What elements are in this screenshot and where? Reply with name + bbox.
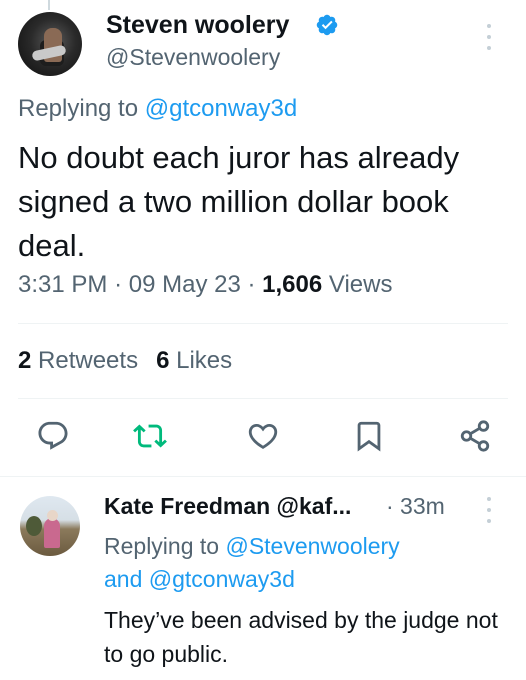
replying-to-prefix: Replying to bbox=[18, 95, 145, 122]
retweet-icon[interactable] bbox=[133, 419, 167, 453]
replying-to-link[interactable]: @gtconway3d bbox=[145, 95, 297, 122]
likes-label: Likes bbox=[176, 347, 233, 374]
bookmark-icon[interactable] bbox=[352, 419, 386, 453]
meta-separator: · bbox=[114, 271, 123, 298]
replying-to-link-gtconway3d[interactable]: @gtconway3d bbox=[149, 566, 295, 592]
reply-more-options-icon[interactable] bbox=[484, 495, 494, 525]
reply-time[interactable]: · 33m bbox=[386, 493, 445, 520]
views-label: Views bbox=[328, 271, 393, 298]
divider bbox=[18, 398, 508, 399]
author-name[interactable]: Steven woolery bbox=[106, 11, 289, 40]
author-avatar[interactable] bbox=[18, 12, 82, 76]
engagement-stats: 2 Retweets 6 Likes bbox=[18, 347, 232, 375]
likes-count: 6 bbox=[156, 347, 170, 374]
divider bbox=[18, 323, 508, 324]
reply-replying-to-line: Replying to @Stevenwoolery and @gtconway3… bbox=[104, 530, 504, 596]
views-count: 1,606 bbox=[262, 271, 323, 298]
replying-and: and bbox=[104, 566, 149, 592]
likes-stat[interactable]: 6 Likes bbox=[156, 347, 232, 374]
share-icon[interactable] bbox=[458, 419, 492, 453]
reply-icon[interactable] bbox=[36, 419, 70, 453]
retweets-count: 2 bbox=[18, 347, 32, 374]
replying-to-prefix: Replying to bbox=[104, 533, 226, 559]
replying-to-line: Replying to @gtconway3d bbox=[18, 95, 297, 123]
tweet-time[interactable]: 3:31 PM bbox=[18, 271, 107, 298]
reply-text: They’ve been advised by the judge not to… bbox=[104, 607, 498, 667]
tweet-text: No doubt each juror has already signed a… bbox=[18, 140, 460, 263]
tweet-date[interactable]: 09 May 23 bbox=[129, 271, 241, 298]
replying-to-link-stevenwoolery[interactable]: @Stevenwoolery bbox=[225, 533, 399, 559]
main-tweet: Steven woolery @Stevenwoolery Replying t… bbox=[0, 0, 526, 478]
reply-author-avatar[interactable] bbox=[20, 496, 80, 556]
meta-separator: · bbox=[247, 271, 256, 298]
reply-author-name[interactable]: Kate Freedman @kaf... bbox=[104, 493, 351, 520]
tweet-separator bbox=[0, 476, 526, 477]
retweets-stat[interactable]: 2 Retweets bbox=[18, 347, 138, 374]
like-icon[interactable] bbox=[246, 419, 280, 453]
tweet-metadata: 3:31 PM · 09 May 23 · 1,606 Views bbox=[18, 271, 392, 299]
verified-badge-icon bbox=[316, 14, 338, 36]
more-options-icon[interactable] bbox=[484, 22, 494, 52]
author-handle[interactable]: @Stevenwoolery bbox=[106, 44, 280, 71]
retweets-label: Retweets bbox=[38, 347, 139, 374]
